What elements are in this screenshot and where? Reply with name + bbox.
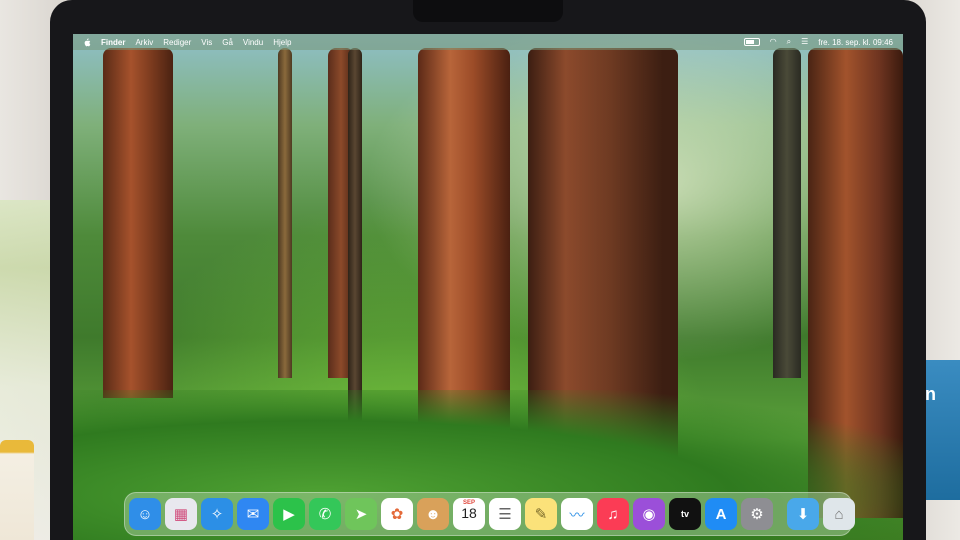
notes-icon[interactable]: ✎ [525,498,557,530]
freeform-icon[interactable]: 〰 [561,498,593,530]
calendar-day: 18 [461,505,477,521]
apple-menu-icon[interactable] [83,37,91,47]
control-center-icon[interactable]: ☰ [801,38,808,46]
maps-icon[interactable]: ➤ [345,498,377,530]
jar [0,440,34,540]
menu-file[interactable]: Arkiv [135,38,153,47]
finder-icon[interactable]: ☺ [129,498,161,530]
messages-icon[interactable]: ✆ [309,498,341,530]
tree-trunk [418,48,510,428]
facetime-icon[interactable]: ▶ [273,498,305,530]
calendar-icon[interactable]: SEP 18 [453,498,485,530]
trash-icon[interactable]: ⌂ [823,498,855,530]
menu-bar-clock[interactable]: fre. 18. sep. kl. 09:46 [818,38,893,47]
menu-app-name[interactable]: Finder [101,38,125,47]
mail-icon[interactable]: ✉ [237,498,269,530]
menu-bar: Finder Arkiv Rediger Vis Gå Vindu Hjelp … [73,34,903,50]
tv-label: tv [680,509,689,519]
camera-notch [413,0,563,22]
dock: ☺ ▦ ✧ ✉ ▶ ✆ ➤ ✿ ☻ SEP 18 ☰ ✎ 〰 ♫ ◉ tv A … [124,492,855,536]
podcasts-icon[interactable]: ◉ [633,498,665,530]
safari-icon[interactable]: ✧ [201,498,233,530]
tree-trunk [773,48,801,378]
spotlight-search-icon[interactable]: ⌕ [787,38,791,46]
wifi-icon[interactable]: ◠ [770,38,777,46]
tree-trunk [348,48,362,448]
tree-trunk [103,48,173,398]
app-store-icon[interactable]: A [705,498,737,530]
menu-window[interactable]: Vindu [243,38,263,47]
menu-help[interactable]: Hjelp [273,38,291,47]
battery-icon[interactable] [743,38,760,46]
menu-view[interactable]: Vis [201,38,212,47]
desktop-wallpaper[interactable] [73,34,903,540]
downloads-folder-icon[interactable]: ⬇ [787,498,819,530]
apple-tv-icon[interactable]: tv [669,498,701,530]
contacts-icon[interactable]: ☻ [417,498,449,530]
music-icon[interactable]: ♫ [597,498,629,530]
menu-go[interactable]: Gå [222,38,233,47]
photos-icon[interactable]: ✿ [381,498,413,530]
menu-edit[interactable]: Rediger [163,38,191,47]
reminders-icon[interactable]: ☰ [489,498,521,530]
system-settings-icon[interactable]: ⚙ [741,498,773,530]
launchpad-icon[interactable]: ▦ [165,498,197,530]
tree-trunk [278,48,292,378]
